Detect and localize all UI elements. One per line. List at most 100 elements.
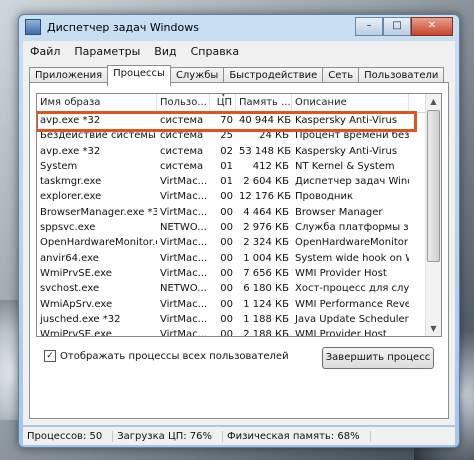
cell-cpu: 01 — [220, 176, 233, 188]
cell-user: VirtMac... — [160, 298, 208, 310]
cell-description: NT Kernel & System — [295, 160, 395, 172]
cell-memory: 2 604 КБ — [243, 176, 289, 188]
table-row[interactable]: WmiApSrv.exe VirtMac... 00 1 124 КБ WMI Perf… — [37, 297, 441, 312]
highlight-box — [37, 111, 417, 132]
cell-memory: 2 324 КБ — [243, 237, 289, 249]
cell-cpu: 00 — [220, 329, 233, 337]
table-row[interactable]: svchost.exe NETWO... 00 6 180 КБ Хост-процес… — [37, 281, 441, 296]
table-row[interactable]: taskmgr.exe VirtMac... 01 2 604 КБ Диспетчер… — [37, 174, 441, 189]
scroll-thumb[interactable] — [427, 110, 440, 262]
menu-help[interactable]: Справка — [184, 45, 246, 58]
cell-user: VirtMac... — [160, 267, 208, 279]
table-body: avp.exe *32 система 70 40 944 КБ Kaspersky A… — [37, 111, 441, 337]
cell-memory: 2 188 КБ — [243, 329, 289, 337]
cell-description: OpenHardwareMonitor — [295, 237, 409, 249]
cell-image-name: OpenHardwareMonitor.exe — [40, 237, 157, 249]
cell-memory: 1 188 КБ — [243, 313, 289, 325]
status-processes: Процессов: 50 — [23, 430, 114, 442]
cell-cpu: 02 — [220, 145, 233, 157]
menu-file[interactable]: Файл — [23, 45, 67, 58]
table-row[interactable]: OpenHardwareMonitor.exeVirtMac... 00 2 324… — [37, 235, 441, 250]
cell-user: VirtMac... — [160, 252, 208, 264]
table-row[interactable]: jusched.exe *32 VirtMac... 00 1 188 КБ Java … — [37, 312, 441, 327]
cell-memory: 412 КБ — [252, 160, 289, 172]
cell-user: NETWO... — [160, 283, 207, 295]
table-row[interactable]: WmiPrvSE.exe VirtMac... 00 7 656 КБ WMI Prov… — [37, 266, 441, 281]
table-row[interactable]: WmiPrvSE.exe VirtMac... 00 2 188 КБ WMI Prov… — [37, 327, 441, 337]
tab-strip: Приложения Процессы Службы Быстродействи… — [29, 65, 445, 86]
cell-memory: 6 180 КБ — [243, 283, 289, 295]
column-image-name[interactable]: Имя образа — [37, 94, 157, 112]
cell-description: Browser Manager — [295, 206, 383, 218]
cell-image-name: taskmgr.exe — [40, 176, 102, 188]
cell-description: WMI Provider Host — [295, 329, 387, 337]
cell-user: система — [160, 160, 204, 172]
menu-options[interactable]: Параметры — [67, 45, 147, 58]
cell-image-name: WmiPrvSE.exe — [40, 329, 112, 337]
show-all-label: Отображать процессы всех пользователей — [60, 350, 289, 362]
cell-cpu: 00 — [220, 252, 233, 264]
cell-description: Хост-процесс для служб W — [295, 283, 409, 295]
cell-memory: 12 176 КБ — [239, 191, 292, 203]
cell-image-name: WmiPrvSE.exe — [40, 267, 112, 279]
cell-memory: 53 148 КБ — [239, 145, 292, 157]
window-controls: – □ ✕ — [355, 17, 453, 36]
cell-image-name: sppsvc.exe — [40, 222, 96, 234]
table-row[interactable]: System система 01 412 КБ NT Kernel & System — [37, 159, 441, 174]
maximize-button[interactable]: □ — [383, 17, 411, 36]
table-row[interactable]: avp.exe *32 система 02 53 148 КБ Kaspersky A… — [37, 144, 441, 159]
cell-memory: 2 976 КБ — [243, 222, 289, 234]
menu-view[interactable]: Вид — [147, 45, 183, 58]
end-process-button[interactable]: Завершить процесс — [322, 347, 434, 369]
cell-description: Java Update Scheduler — [295, 313, 409, 325]
cell-image-name: anvir64.exe — [40, 252, 99, 264]
cell-cpu: 00 — [220, 206, 233, 218]
cell-memory: 1 124 КБ — [243, 298, 289, 310]
cell-cpu: 00 — [220, 222, 233, 234]
cell-description: Диспетчер задач Windows — [295, 176, 409, 188]
show-all-processes[interactable]: ✓ Отображать процессы всех пользователей — [44, 350, 289, 362]
cell-user: VirtMac... — [160, 329, 208, 337]
cell-cpu: 00 — [220, 237, 233, 249]
vertical-scrollbar[interactable]: ▲ ▼ — [425, 94, 441, 336]
tab-processes[interactable]: Процессы — [107, 65, 171, 86]
table-row[interactable]: sppsvc.exe NETWO... 00 2 976 КБ Служба платф… — [37, 220, 441, 235]
cell-image-name: WmiApSrv.exe — [40, 298, 113, 310]
cell-memory: 4 464 КБ — [243, 206, 289, 218]
cell-cpu: 00 — [220, 267, 233, 279]
cell-image-name: svchost.exe — [40, 283, 100, 295]
cell-image-name: explorer.exe — [40, 191, 102, 203]
cell-description: WMI Performance Reverse A — [295, 298, 409, 310]
cell-description: Проводник — [295, 191, 353, 203]
cell-memory: 7 656 КБ — [243, 267, 289, 279]
column-description[interactable]: Описание — [292, 94, 409, 112]
cell-image-name: System — [40, 160, 78, 172]
cell-user: NETWO... — [160, 222, 207, 234]
cell-description: System wide hook on Windo — [295, 252, 409, 264]
close-button[interactable]: ✕ — [411, 17, 453, 36]
table-row[interactable]: BrowserManager.exe *32 VirtMac... 00 4 464 … — [37, 205, 441, 220]
scroll-down-icon[interactable]: ▼ — [426, 321, 441, 336]
cell-cpu: 00 — [220, 313, 233, 325]
client-area: Приложения Процессы Службы Быстродействи… — [23, 61, 455, 425]
show-all-checkbox[interactable]: ✓ — [44, 350, 56, 362]
task-manager-icon — [25, 19, 41, 35]
cell-image-name: BrowserManager.exe *32 — [40, 206, 157, 218]
cell-user: система — [160, 145, 204, 157]
minimize-button[interactable]: – — [355, 17, 383, 36]
cell-user: VirtMac... — [160, 237, 208, 249]
cell-cpu: 00 — [220, 191, 233, 203]
menu-bar: Файл Параметры Вид Справка — [23, 41, 455, 61]
column-user[interactable]: Пользо... — [157, 94, 210, 112]
table-row[interactable]: explorer.exe VirtMac... 00 12 176 КБ Проводн… — [37, 189, 441, 204]
status-cpu: Загрузка ЦП: 76% — [113, 430, 224, 442]
table-row[interactable]: anvir64.exe VirtMac... 00 1 004 КБ System wi… — [37, 251, 441, 266]
column-memory[interactable]: Память ... — [236, 94, 292, 112]
title-bar[interactable]: Диспетчер задач Windows – □ ✕ — [19, 15, 459, 39]
status-bar: Процессов: 50 Загрузка ЦП: 76% Физическа… — [23, 427, 455, 445]
column-cpu[interactable]: ЦП — [210, 94, 236, 112]
cell-image-name: avp.exe *32 — [40, 145, 101, 157]
cell-cpu: 00 — [220, 283, 233, 295]
cell-memory: 1 004 КБ — [243, 252, 289, 264]
scroll-up-icon[interactable]: ▲ — [426, 94, 441, 109]
